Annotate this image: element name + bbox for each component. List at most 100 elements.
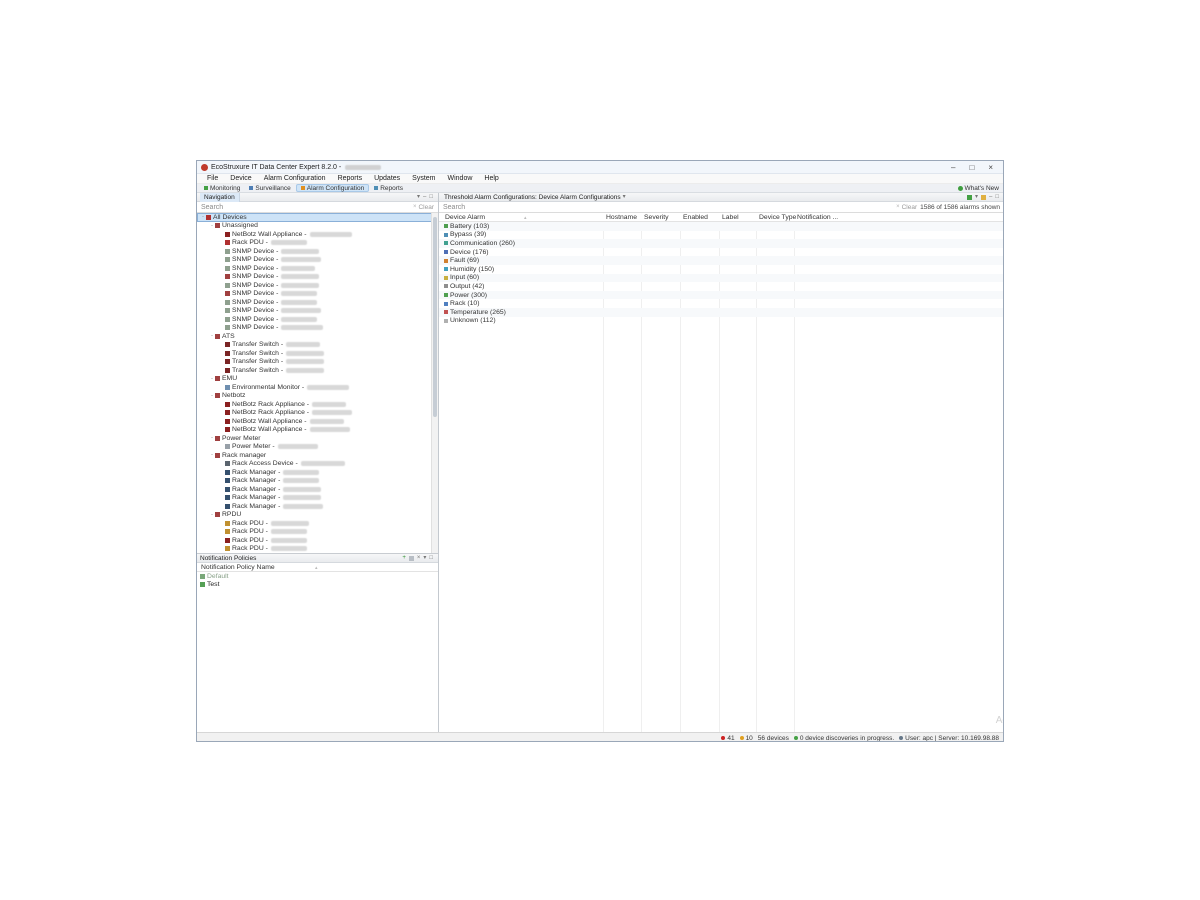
tree-item[interactable]: Rack PDU - — [197, 536, 438, 545]
column-header[interactable]: Enabled — [683, 213, 708, 222]
column-header[interactable]: Notification ... — [797, 213, 838, 222]
policy-toolbar-icon[interactable] — [409, 556, 414, 561]
device-alarm-row[interactable]: Device (176) — [439, 248, 1004, 257]
tree-item[interactable]: SNMP Device - — [197, 281, 438, 290]
tree-item[interactable]: - ATS — [197, 332, 438, 341]
tree-item[interactable]: - All Devices — [197, 213, 438, 222]
tree-item[interactable]: Rack PDU - — [197, 528, 438, 537]
device-alarm-row[interactable]: Unknown (112) — [439, 317, 1004, 326]
column-header[interactable]: Device Alarm — [445, 213, 485, 222]
minimize-button[interactable]: – — [951, 161, 955, 174]
device-alarm-row[interactable]: Rack (10) — [439, 299, 1004, 308]
tree-item[interactable]: Rack Manager - — [197, 468, 438, 477]
tree-item[interactable]: SNMP Device - — [197, 307, 438, 316]
tree-item[interactable]: Power Meter - — [197, 443, 438, 452]
column-header[interactable]: Label — [722, 213, 739, 222]
device-alarm-row[interactable]: Humidity (150) — [439, 265, 1004, 274]
device-alarm-row[interactable]: Input (60) — [439, 274, 1004, 283]
tree-item[interactable]: NetBotz Wall Appliance - — [197, 230, 438, 239]
policy-row[interactable]: Default — [197, 572, 438, 581]
tree-item[interactable]: Rack PDU - — [197, 519, 438, 528]
whats-new-button[interactable]: What's New — [958, 185, 1003, 192]
clear-search-button[interactable]: × Clear — [413, 204, 434, 211]
tree-item[interactable]: Transfer Switch - — [197, 366, 438, 375]
tree-item[interactable]: Rack Manager - — [197, 477, 438, 486]
alarm-view-title[interactable]: Threshold Alarm Configurations: Device A… — [442, 194, 623, 201]
policy-toolbar-icon[interactable]: □ — [429, 554, 433, 563]
alarm-toolbar-icon[interactable]: □ — [995, 193, 999, 202]
tree-item[interactable]: SNMP Device - — [197, 298, 438, 307]
policy-toolbar-icon[interactable]: + — [402, 554, 406, 563]
perspective-tab[interactable]: Surveillance — [245, 184, 294, 192]
tree-item[interactable]: Environmental Monitor - — [197, 383, 438, 392]
navigation-tab[interactable]: Navigation — [200, 193, 240, 202]
perspective-tab[interactable]: Alarm Configuration — [296, 184, 369, 192]
tree-item[interactable]: Transfer Switch - — [197, 341, 438, 350]
alarm-toolbar-icon[interactable] — [981, 195, 986, 200]
tree-item[interactable]: - Rack manager — [197, 451, 438, 460]
tree-item[interactable]: - Unassigned — [197, 222, 438, 231]
maximize-button[interactable]: □ — [969, 161, 974, 174]
tree-item[interactable]: Rack PDU - — [197, 239, 438, 248]
view-toolbar-icon[interactable]: □ — [429, 193, 433, 202]
tree-item[interactable]: SNMP Device - — [197, 273, 438, 282]
device-alarm-row[interactable]: Temperature (265) — [439, 308, 1004, 317]
device-alarm-row[interactable]: Communication (260) — [439, 239, 1004, 248]
menu-item[interactable]: Alarm Configuration — [258, 174, 332, 184]
perspective-tab[interactable]: Reports — [370, 184, 407, 192]
tree-item[interactable]: Transfer Switch - — [197, 349, 438, 358]
tree-item[interactable]: Rack Manager - — [197, 485, 438, 494]
perspective-tab[interactable]: Monitoring — [200, 184, 244, 192]
menu-item[interactable]: Reports — [332, 174, 369, 184]
tree-item[interactable]: SNMP Device - — [197, 324, 438, 333]
alarm-toolbar-icon[interactable] — [967, 195, 972, 200]
menu-item[interactable]: Help — [478, 174, 504, 184]
tree-scrollbar-thumb[interactable] — [433, 217, 437, 417]
tree-item[interactable]: SNMP Device - — [197, 315, 438, 324]
tree-item[interactable]: Rack PDU - — [197, 545, 438, 554]
search-input[interactable]: Search — [201, 204, 413, 211]
tree-item[interactable]: - Netbotz — [197, 392, 438, 401]
view-toolbar-icon[interactable]: – — [423, 193, 426, 202]
menu-item[interactable]: Window — [442, 174, 479, 184]
tree-item[interactable]: SNMP Device - — [197, 256, 438, 265]
column-header[interactable]: Hostname — [606, 213, 637, 222]
clear-alarms-button[interactable]: × Clear — [896, 204, 917, 211]
alarm-search-input[interactable]: Search — [443, 204, 896, 211]
device-alarm-row[interactable]: Battery (103) — [439, 222, 1004, 231]
column-header[interactable]: Severity — [644, 213, 669, 222]
alarm-toolbar-icon[interactable]: – — [989, 193, 992, 202]
alarm-toolbar-icon[interactable]: ▾ — [975, 193, 978, 202]
column-header[interactable]: Device Type — [759, 213, 796, 222]
device-alarm-row[interactable]: Output (42) — [439, 282, 1004, 291]
tree-item[interactable]: - EMU — [197, 375, 438, 384]
menu-item[interactable]: Device — [224, 174, 257, 184]
tree-item[interactable]: NetBotz Rack Appliance - — [197, 409, 438, 418]
tree-item[interactable]: SNMP Device - — [197, 247, 438, 256]
view-toolbar-icon[interactable]: ▾ — [417, 193, 420, 202]
device-alarm-row[interactable]: Bypass (39) — [439, 231, 1004, 240]
tree-scrollbar[interactable] — [431, 213, 438, 553]
policy-name-column-header[interactable]: Notification Policy Name ▴ — [197, 563, 438, 572]
device-alarm-row[interactable]: Power (300) — [439, 291, 1004, 300]
tree-item[interactable]: NetBotz Wall Appliance - — [197, 417, 438, 426]
tree-item[interactable]: SNMP Device - — [197, 264, 438, 273]
close-button[interactable]: × — [988, 161, 993, 174]
tree-item[interactable]: - RPDU — [197, 511, 438, 520]
tree-item[interactable]: NetBotz Rack Appliance - — [197, 400, 438, 409]
device-alarm-row[interactable]: Fault (69) — [439, 256, 1004, 265]
view-menu-icon[interactable]: ▾ — [623, 193, 626, 202]
tree-item[interactable]: NetBotz Wall Appliance - — [197, 426, 438, 435]
tree-item[interactable]: SNMP Device - — [197, 290, 438, 299]
menu-item[interactable]: File — [201, 174, 224, 184]
tree-item[interactable]: Transfer Switch - — [197, 358, 438, 367]
tree-item[interactable]: - Power Meter — [197, 434, 438, 443]
menu-item[interactable]: Updates — [368, 174, 406, 184]
tree-item[interactable]: Rack Access Device - — [197, 460, 438, 469]
policy-row[interactable]: Test — [197, 581, 438, 590]
policy-toolbar-icon[interactable]: ▾ — [423, 554, 426, 563]
menu-item[interactable]: System — [406, 174, 441, 184]
tree-item[interactable]: Rack Manager - — [197, 502, 438, 511]
tree-item[interactable]: Rack Manager - — [197, 494, 438, 503]
policy-toolbar-icon[interactable]: × — [417, 554, 421, 563]
